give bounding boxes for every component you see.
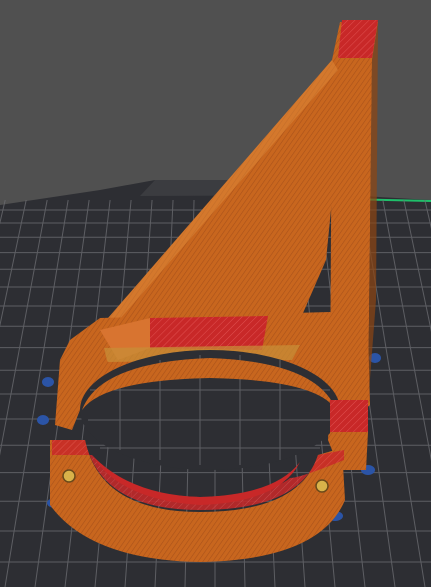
insert-left [62,469,76,483]
vertical-arm-top [338,20,378,58]
insert-right [315,479,329,493]
scene-canvas[interactable] [0,0,431,587]
3d-viewport[interactable] [0,0,431,587]
upper-infill [150,316,268,350]
right-block-infill [330,400,368,432]
